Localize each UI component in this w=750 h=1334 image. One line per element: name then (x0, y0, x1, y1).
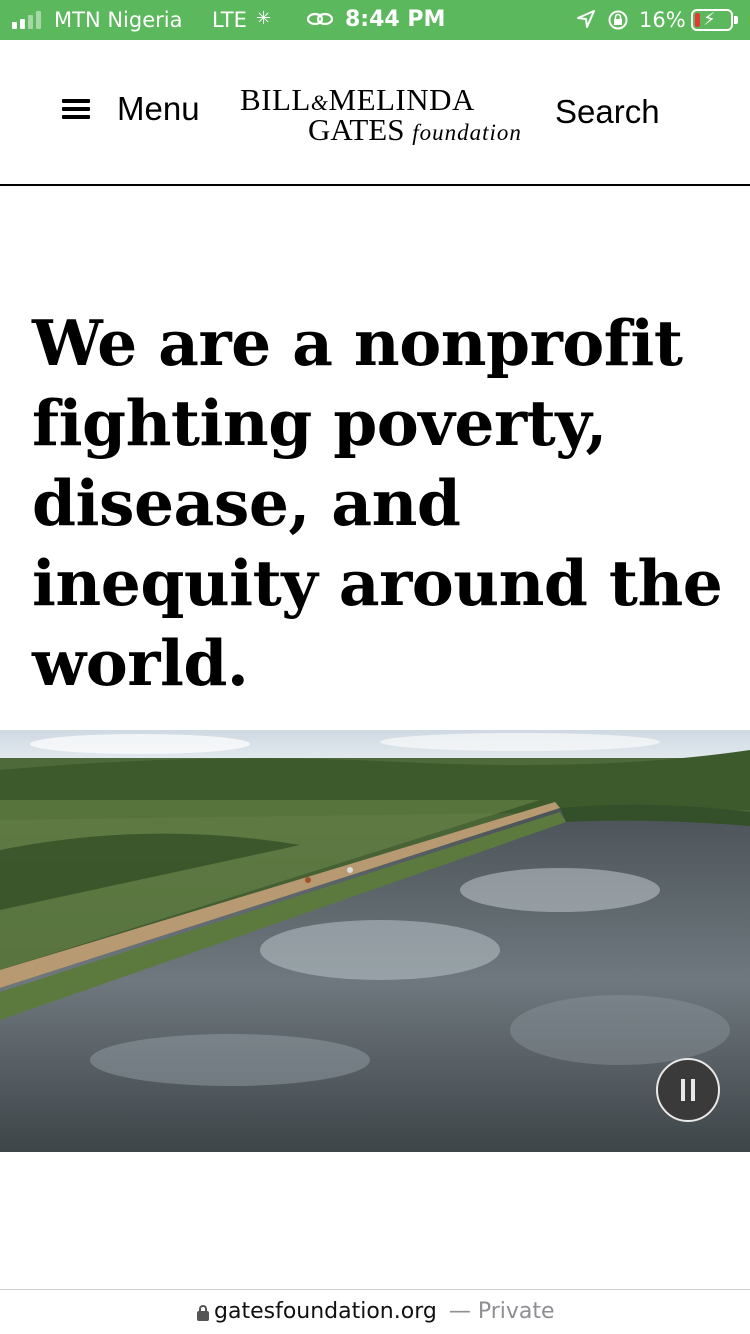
private-mode-label: — Private (448, 1299, 555, 1324)
url-domain: gatesfoundation.org (214, 1299, 437, 1324)
browser-url-bar[interactable]: gatesfoundation.org — Private (0, 1289, 750, 1334)
pause-button[interactable] (656, 1058, 720, 1122)
menu-button[interactable]: Menu (62, 90, 200, 128)
search-button[interactable]: Search (555, 93, 660, 131)
menu-label: Menu (117, 90, 200, 127)
hero-video[interactable] (0, 730, 750, 1152)
pause-icon-bar (691, 1079, 695, 1101)
battery-percent: 16% (639, 8, 686, 32)
carrier-name: MTN Nigeria (54, 8, 183, 32)
status-bar: MTN Nigeria LTE ✳ 8:44 PM 16% ⚡ (0, 0, 750, 40)
loading-spinner-icon: ✳ (256, 8, 272, 29)
rotation-lock-icon (607, 9, 629, 36)
logo-text-bill: BILL (240, 82, 311, 117)
signal-icon (12, 11, 41, 29)
page-headline: We are a nonprofit fighting poverty, dis… (32, 306, 723, 700)
charging-bolt-icon: ⚡ (703, 9, 716, 30)
site-header: Menu BILL&MELINDA GATES foundation Searc… (0, 40, 750, 186)
hamburger-icon (62, 99, 90, 119)
foundation-logo[interactable]: BILL&MELINDA GATES foundation (240, 82, 530, 147)
clock-time: 8:44 PM (345, 7, 446, 32)
network-type: LTE (212, 8, 247, 32)
logo-text-foundation: foundation (412, 120, 522, 145)
location-arrow-icon (576, 9, 596, 34)
padlock-icon (197, 1304, 209, 1321)
hero-landscape-image (0, 730, 750, 1152)
battery-charging-icon: ⚡ (691, 9, 738, 31)
link-icon (306, 8, 334, 35)
pause-icon-bar (681, 1079, 685, 1101)
logo-text-gates: GATES (308, 112, 405, 147)
battery-level-fill (695, 13, 700, 27)
